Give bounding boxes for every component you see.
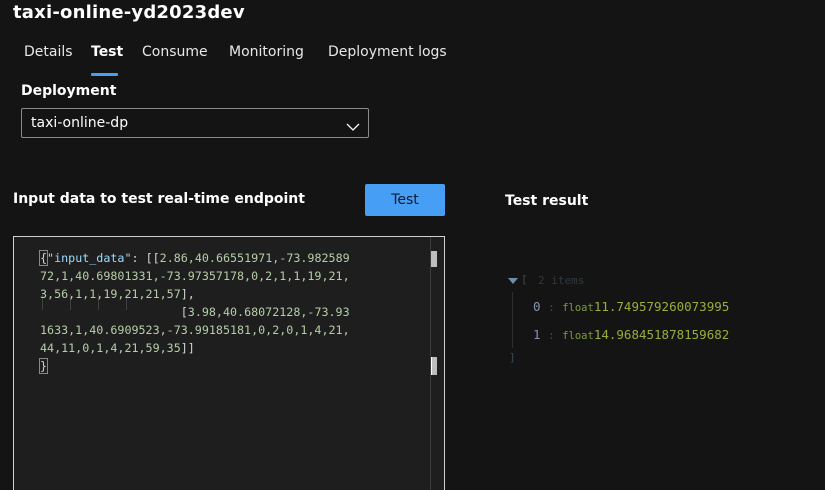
- scrollbar-thumb-edge: [431, 357, 432, 375]
- result-value: 11.749579260073995: [593, 299, 730, 314]
- result-separator: :: [548, 301, 555, 314]
- active-tab-indicator: [91, 73, 118, 76]
- tab-details[interactable]: Details: [24, 44, 73, 60]
- tab-deployment-logs[interactable]: Deployment logs: [328, 44, 447, 60]
- result-index: 0: [533, 299, 541, 314]
- result-heading: Test result: [505, 193, 589, 209]
- result-value: 14.968451878159682: [593, 327, 730, 342]
- chevron-down-icon: [346, 117, 360, 136]
- page-title: taxi-online-yd2023dev: [13, 2, 245, 23]
- deployment-label: Deployment: [21, 83, 117, 99]
- result-separator: :: [548, 329, 555, 342]
- json-open-bracket: [: [521, 273, 528, 286]
- input-code-editor[interactable]: {"input_data": [[2.86,40.66551971,-73.98…: [13, 236, 445, 490]
- tab-monitoring[interactable]: Monitoring: [229, 44, 304, 60]
- input-heading: Input data to test real-time endpoint: [13, 191, 305, 207]
- json-close-bracket: ]: [509, 351, 516, 364]
- json-item-count: 2 items: [538, 274, 585, 287]
- deployment-selected-value: taxi-online-dp: [31, 115, 129, 131]
- json-indent-guide: [512, 292, 513, 348]
- result-index: 1: [533, 327, 541, 342]
- result-type: float: [562, 330, 594, 342]
- result-item: 1 : float14.968451878159682: [533, 327, 729, 342]
- result-item: 0 : float11.749579260073995: [533, 299, 729, 314]
- test-button[interactable]: Test: [365, 184, 445, 216]
- code-content: {"input_data": [[2.86,40.66551971,-73.98…: [38, 250, 350, 374]
- tab-consume[interactable]: Consume: [142, 44, 208, 60]
- tab-test[interactable]: Test: [91, 44, 123, 60]
- collapse-triangle-icon[interactable]: [508, 278, 518, 284]
- result-type: float: [562, 302, 594, 314]
- scrollbar-marker: [431, 251, 437, 267]
- deployment-dropdown[interactable]: taxi-online-dp: [21, 108, 369, 138]
- code-key: "input_data": [47, 251, 132, 265]
- tab-bar: Details Test Consume Monitoring Deployme…: [0, 44, 825, 76]
